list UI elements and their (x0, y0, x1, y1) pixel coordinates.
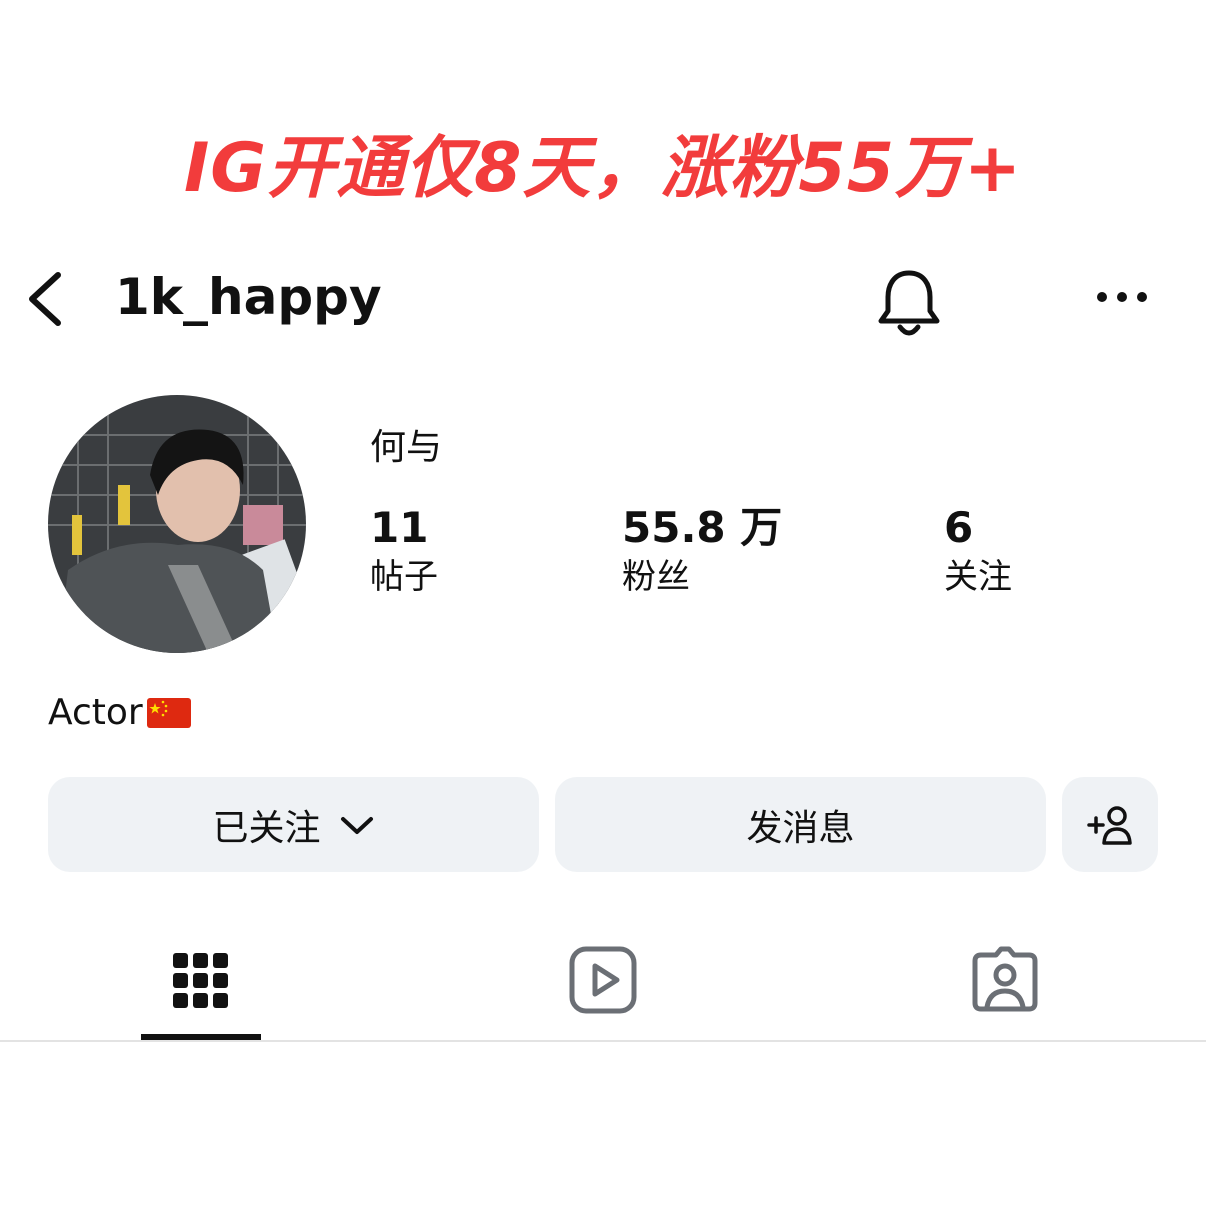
add-person-icon (1087, 805, 1132, 845)
stat-following[interactable]: 6 关注 (944, 502, 1012, 600)
stat-followers[interactable]: 55.8 万 粉丝 (622, 502, 782, 600)
notifications-button[interactable] (874, 263, 944, 343)
china-flag-icon (146, 698, 191, 728)
more-options-button[interactable] (1092, 277, 1152, 317)
stat-posts[interactable]: 11 帖子 (370, 502, 438, 600)
stat-following-label: 关注 (944, 557, 1012, 597)
reels-play-icon (569, 946, 637, 1014)
profile-header: 1k_happy (0, 255, 1206, 339)
tagged-person-icon (972, 946, 1038, 1012)
ellipsis-icon (1097, 292, 1147, 302)
following-button-label: 已关注 (212, 807, 321, 849)
profile-bio: Actor (48, 690, 191, 736)
back-button[interactable] (22, 267, 72, 327)
suggest-user-button[interactable] (1062, 777, 1158, 872)
bell-icon (878, 270, 940, 336)
chevron-left-icon (29, 272, 61, 326)
stat-following-value: 6 (944, 503, 974, 552)
stat-posts-label: 帖子 (370, 557, 438, 597)
stat-followers-value: 55.8 万 (622, 503, 783, 552)
bio-text: Actor (48, 692, 143, 733)
tab-tagged[interactable] (945, 930, 1065, 1030)
tab-reels[interactable] (543, 930, 663, 1030)
profile-display-name: 何与 (370, 427, 443, 468)
profile-avatar[interactable] (48, 395, 306, 653)
profile-username: 1k_happy (115, 268, 382, 326)
message-button-label: 发消息 (746, 807, 855, 849)
following-button[interactable]: 已关注 (48, 777, 539, 872)
stat-followers-label: 粉丝 (622, 557, 690, 597)
avatar-photo (48, 395, 306, 653)
promo-headline: IG开通仅8天，涨粉55万+ (183, 129, 1023, 208)
grid-icon (173, 953, 228, 1008)
profile-tabs (0, 930, 1206, 1042)
tabs-divider (0, 1040, 1206, 1042)
stat-posts-value: 11 (370, 503, 429, 552)
chevron-down-icon (340, 816, 373, 834)
tab-posts[interactable] (141, 930, 261, 1030)
message-button[interactable]: 发消息 (555, 777, 1046, 872)
